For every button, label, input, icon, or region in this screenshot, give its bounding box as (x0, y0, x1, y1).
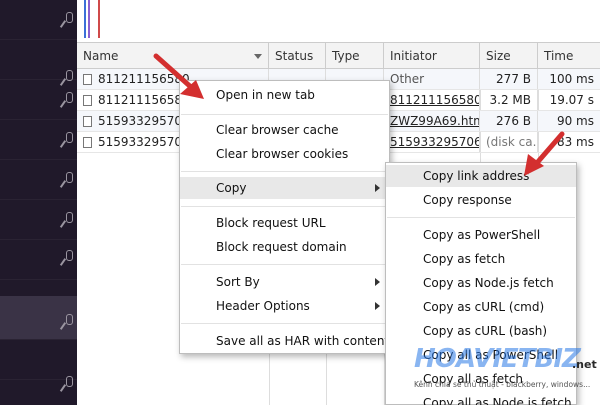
devtools-network-screenshot: Name Status Type Initiator Size Time 811… (0, 0, 600, 405)
waterfall-bar (98, 0, 100, 38)
waterfall-bar (84, 0, 86, 38)
column-header-type[interactable]: Type (326, 43, 384, 69)
waterfall-bar (88, 0, 90, 38)
menu-separator (181, 206, 388, 207)
initiator-link[interactable]: ZWZ99A69.html (384, 111, 480, 131)
microphone-icon[interactable] (62, 132, 74, 148)
menu-item-copy-all-as-powershell[interactable]: Copy all as PowerShell (386, 344, 576, 366)
context-menu: Open in new tab Clear browser cache Clea… (179, 80, 390, 354)
menu-item-save-all-as-har[interactable]: Save all as HAR with content (180, 330, 389, 352)
microphone-icon[interactable] (62, 172, 74, 188)
waterfall-overview[interactable] (77, 0, 600, 43)
menu-item-clear-browser-cookies[interactable]: Clear browser cookies (180, 143, 389, 165)
column-header-initiator[interactable]: Initiator (384, 43, 480, 69)
microphone-icon[interactable] (62, 250, 74, 266)
menu-separator (387, 217, 575, 218)
initiator-link[interactable]: 515933295706... (384, 132, 480, 152)
menu-item-sort-by[interactable]: Sort By (180, 271, 389, 293)
file-icon (83, 136, 92, 148)
menu-item-clear-browser-cache[interactable]: Clear browser cache (180, 119, 389, 141)
menu-item-copy-all-as-fetch[interactable]: Copy all as fetch (386, 368, 576, 390)
submenu-arrow-icon (375, 184, 380, 192)
microphone-icon[interactable] (62, 12, 74, 28)
file-icon (83, 115, 92, 127)
microphone-icon[interactable] (62, 314, 74, 330)
menu-item-copy-as-curl-cmd[interactable]: Copy as cURL (cmd) (386, 296, 576, 318)
menu-separator (181, 114, 388, 115)
microphone-icon[interactable] (62, 92, 74, 108)
submenu-arrow-icon (375, 278, 380, 286)
menu-separator (181, 323, 388, 324)
sort-caret-icon (254, 54, 262, 59)
annotation-arrow-icon (524, 131, 565, 176)
menu-item-copy-as-fetch[interactable]: Copy as fetch (386, 248, 576, 270)
annotation-arrow-icon (153, 53, 204, 99)
menu-item-block-request-domain[interactable]: Block request domain (180, 236, 389, 258)
menu-separator (181, 264, 388, 265)
menu-item-block-request-url[interactable]: Block request URL (180, 212, 389, 234)
copy-submenu: Copy link address Copy response Copy as … (385, 162, 577, 405)
column-header-size[interactable]: Size (480, 43, 538, 69)
file-icon (83, 73, 92, 85)
menu-item-copy-as-powershell[interactable]: Copy as PowerShell (386, 224, 576, 246)
left-app-sidebar (0, 0, 77, 405)
menu-item-open-in-new-tab[interactable]: Open in new tab (180, 84, 389, 106)
menu-item-copy-all-as-nodejs-fetch[interactable]: Copy all as Node.js fetch (386, 392, 576, 405)
column-header-status[interactable]: Status (269, 43, 326, 69)
initiator-link[interactable]: 811211156580... (384, 90, 480, 110)
microphone-icon[interactable] (62, 376, 74, 392)
menu-separator (181, 171, 388, 172)
menu-item-copy-response[interactable]: Copy response (386, 189, 576, 211)
microphone-icon[interactable] (62, 212, 74, 228)
submenu-arrow-icon (375, 302, 380, 310)
menu-item-header-options[interactable]: Header Options (180, 295, 389, 317)
menu-item-copy[interactable]: Copy (180, 177, 389, 199)
menu-item-copy-as-curl-bash[interactable]: Copy as cURL (bash) (386, 320, 576, 342)
menu-item-copy-as-nodejs-fetch[interactable]: Copy as Node.js fetch (386, 272, 576, 294)
file-icon (83, 94, 92, 106)
column-header-time[interactable]: Time (538, 43, 600, 69)
